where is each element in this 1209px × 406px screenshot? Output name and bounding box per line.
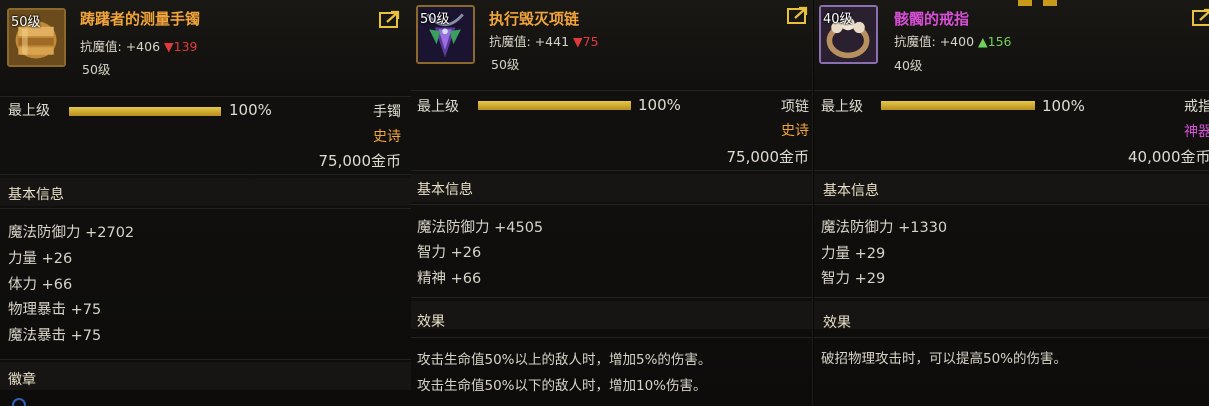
- share-icon[interactable]: [379, 10, 401, 28]
- grade-bar: [69, 107, 221, 116]
- section-band: [814, 301, 1209, 329]
- item-tooltip-necklace: 50级 执行毁灭项链 抗魔值: +441 ▼75 50级 最上级 100% 项链…: [411, 0, 813, 406]
- attribute-line: 魔法防御力 +1330: [821, 220, 948, 236]
- divider: [0, 208, 411, 209]
- item-level: 50级: [491, 57, 520, 72]
- grade-bar-fill: [69, 107, 221, 116]
- grade-bar-fill: [478, 101, 631, 110]
- magic-resist-label: 抗魔值:: [894, 34, 936, 49]
- item-price: 75,000金币: [726, 148, 810, 166]
- emblem-slot-icon[interactable]: [12, 398, 26, 406]
- section-title-basic: 基本信息: [8, 187, 64, 203]
- attribute-line: 物理暴击 +75: [8, 302, 102, 318]
- magic-resist-label: 抗魔值:: [489, 34, 531, 49]
- item-level: 50级: [82, 62, 111, 77]
- item-price: 75,000金币: [318, 152, 402, 170]
- item-tooltip-ring: 40级 骸髑的戒指 抗魔值: +400 ▲156 40级 最上级 100% 戒指…: [814, 0, 1209, 406]
- section-band: [411, 301, 812, 329]
- tooltip-header: 40级 骸髑的戒指 抗魔值: +400 ▲156 40级: [814, 0, 1209, 96]
- grade-bar-fill: [881, 101, 1035, 110]
- section-title-basic: 基本信息: [417, 182, 473, 198]
- item-type: 项链: [781, 99, 809, 115]
- effect-line: 攻击生命值50%以下的敌人时，增加10%伤害。: [417, 378, 707, 394]
- share-icon[interactable]: [1192, 8, 1209, 26]
- item-rarity: 史诗: [373, 129, 401, 145]
- effect-line: 破招物理攻击时，可以提高50%的伤害。: [821, 351, 1068, 367]
- item-level-tag: 50级: [420, 12, 450, 27]
- grade-label: 最上级: [8, 103, 50, 119]
- divider: [814, 90, 1209, 91]
- grade-label: 最上级: [417, 99, 459, 115]
- delta-arrow: ▲: [978, 34, 988, 49]
- divider: [0, 96, 411, 97]
- section-title-effect: 效果: [417, 314, 445, 330]
- divider: [814, 204, 1209, 205]
- divider: [0, 359, 411, 360]
- attribute-line: 精神 +66: [417, 271, 482, 287]
- top-edge-marker: [1043, 0, 1057, 6]
- attribute-line: 智力 +29: [821, 271, 886, 287]
- section-title-effect: 效果: [823, 315, 851, 331]
- item-level-tag: 50级: [11, 15, 41, 30]
- magic-resist-value: +441: [534, 34, 570, 49]
- tooltip-header: 50级 执行毁灭项链 抗魔值: +441 ▼75 50级: [411, 0, 812, 96]
- delta-arrow: ▼: [573, 34, 583, 49]
- item-icon-slot[interactable]: 50级: [7, 8, 66, 67]
- share-icon[interactable]: [787, 6, 809, 24]
- item-name: 执行毁灭项链: [489, 10, 580, 28]
- item-icon-slot[interactable]: 50级: [416, 5, 475, 64]
- item-price: 40,000金币: [1128, 148, 1209, 166]
- item-tooltip-bracelet: 50级 踌躇者的测量手镯 抗魔值: +406 ▼139 50级 最上级 100%…: [0, 0, 412, 406]
- divider: [814, 337, 1209, 338]
- item-rarity: 神器: [1184, 124, 1209, 140]
- grade-bar: [478, 101, 631, 110]
- tooltip-header: 50级 踌躇者的测量手镯 抗魔值: +406 ▼139 50级: [0, 0, 411, 96]
- delta-arrow: ▼: [164, 39, 174, 54]
- delta-value: 156: [987, 34, 1012, 49]
- magic-resist-line: 抗魔值: +441 ▼75: [489, 31, 599, 50]
- magic-resist-value: +400: [939, 34, 975, 49]
- divider: [411, 90, 812, 91]
- attribute-line: 智力 +26: [417, 245, 482, 261]
- top-edge-marker: [1018, 0, 1032, 6]
- item-type: 戒指: [1184, 99, 1209, 115]
- divider: [411, 337, 812, 338]
- item-icon-slot[interactable]: 40级: [819, 5, 878, 64]
- delta-value: 139: [173, 39, 198, 54]
- attribute-line: 力量 +26: [8, 251, 73, 267]
- delta-value: 75: [582, 34, 599, 49]
- item-rarity: 史诗: [781, 123, 809, 139]
- item-name: 骸髑的戒指: [894, 10, 970, 28]
- divider: [814, 170, 1209, 171]
- attribute-line: 力量 +29: [821, 246, 886, 262]
- item-level-tag: 40级: [823, 12, 853, 27]
- magic-resist-label: 抗魔值:: [80, 39, 122, 54]
- section-band: [0, 362, 411, 390]
- item-level: 40级: [894, 58, 923, 73]
- grade-bar: [881, 101, 1035, 110]
- section-title-basic: 基本信息: [823, 183, 879, 199]
- magic-resist-value: +406: [125, 39, 161, 54]
- grade-percent: 100%: [638, 96, 681, 114]
- divider: [0, 174, 411, 175]
- divider: [411, 204, 812, 205]
- item-name: 踌躇者的测量手镯: [80, 10, 201, 28]
- section-title-emblem: 徽章: [8, 372, 36, 388]
- divider: [411, 170, 812, 171]
- grade-label: 最上级: [821, 99, 863, 115]
- attribute-line: 体力 +66: [8, 277, 73, 293]
- attribute-line: 魔法防御力 +4505: [417, 220, 544, 236]
- item-type: 手镯: [373, 104, 401, 120]
- magic-resist-line: 抗魔值: +400 ▲156: [894, 31, 1012, 50]
- divider: [814, 297, 1209, 298]
- effect-line: 攻击生命值50%以上的敌人时，增加5%的伤害。: [417, 352, 712, 368]
- magic-resist-line: 抗魔值: +406 ▼139: [80, 36, 198, 55]
- attribute-line: 魔法防御力 +2702: [8, 225, 135, 241]
- divider: [411, 297, 812, 298]
- grade-percent: 100%: [1042, 97, 1085, 115]
- attribute-line: 魔法暴击 +75: [8, 328, 102, 344]
- grade-percent: 100%: [229, 101, 272, 119]
